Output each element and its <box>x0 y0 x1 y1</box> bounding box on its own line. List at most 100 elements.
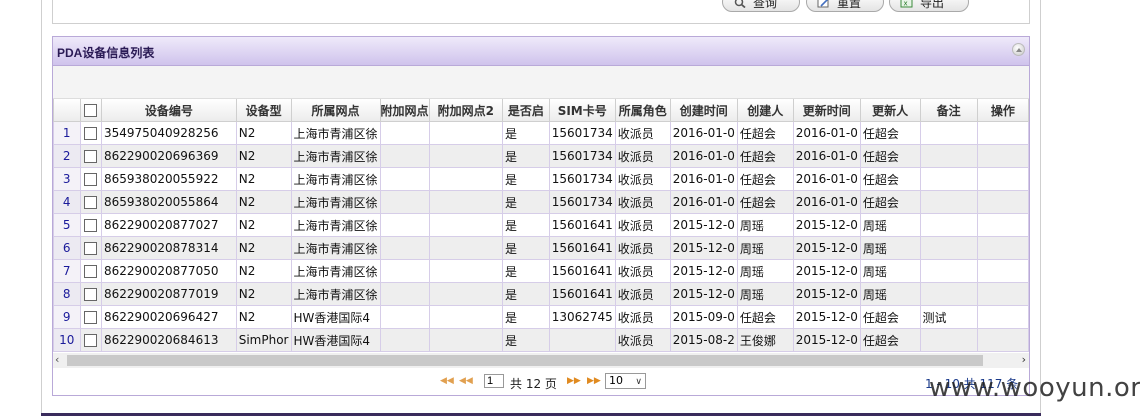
page-size-select[interactable]: 10 ∨ <box>605 373 646 389</box>
row-checkbox-cell[interactable] <box>79 305 102 329</box>
column-header[interactable]: 附加网点2 <box>428 99 504 122</box>
cell-sim: 15601734 <box>548 144 616 168</box>
cell-created: 2015-09-0 <box>669 305 738 329</box>
row-checkbox-cell[interactable] <box>79 236 102 260</box>
row-checkbox[interactable] <box>84 219 98 232</box>
column-header[interactable]: 所属网点 <box>290 99 381 122</box>
cell-device: 862290020684613 <box>100 328 237 352</box>
row-number: 5 <box>53 213 81 237</box>
cell-device: 862290020877050 <box>100 259 237 283</box>
row-number: 3 <box>53 167 81 191</box>
cell-creator: 周瑶 <box>736 236 794 260</box>
table-row[interactable]: 10 862290020684613 SimPhor HW香港国际4 是收派员 2015-… <box>53 328 1029 352</box>
row-checkbox-cell[interactable] <box>79 190 102 214</box>
row-checkbox-cell[interactable] <box>79 121 102 145</box>
row-checkbox[interactable] <box>84 173 98 186</box>
cell-sim: 15601641 <box>548 259 616 283</box>
checkbox-icon[interactable] <box>84 104 98 117</box>
row-checkbox[interactable] <box>84 242 98 255</box>
cell-model: SimPhor <box>235 328 292 352</box>
cell-role: 收派员 <box>614 305 671 329</box>
cell-enabled: 是 <box>502 190 550 214</box>
row-checkbox[interactable] <box>84 150 98 163</box>
row-checkbox-cell[interactable] <box>79 144 102 168</box>
cell-enabled: 是 <box>502 144 550 168</box>
cell-updated: 2015-12-0 <box>792 259 861 283</box>
cell-updated: 2015-12-0 <box>792 282 861 306</box>
row-checkbox[interactable] <box>84 265 98 278</box>
cell-op <box>976 282 1029 306</box>
row-checkbox-cell[interactable] <box>79 259 102 283</box>
row-checkbox-cell[interactable] <box>79 213 102 237</box>
row-checkbox[interactable] <box>84 288 98 301</box>
magnifier-icon <box>734 0 746 8</box>
column-header[interactable]: 附加网点 <box>379 99 430 122</box>
cell-extra2 <box>428 236 504 260</box>
excel-icon: x <box>900 0 913 8</box>
table-row[interactable]: 8 862290020877019 N2 上海市青浦区徐是 15601641 收派员 201… <box>53 282 1029 306</box>
cell-op <box>976 167 1029 191</box>
next-page-icon[interactable]: ▶▶ <box>567 376 581 386</box>
cell-updated: 2015-12-0 <box>792 305 861 329</box>
scroll-left-icon[interactable]: ‹ <box>55 353 59 366</box>
row-checkbox[interactable] <box>84 334 98 347</box>
table-row[interactable]: 6 862290020878314 N2 上海市青浦区徐是 15601641 收派员 201… <box>53 236 1029 260</box>
cell-sim <box>548 328 616 352</box>
cell-created: 2016-01-0 <box>669 121 738 145</box>
column-header[interactable]: 更新人 <box>859 99 921 122</box>
cell-created: 2016-01-0 <box>669 190 738 214</box>
row-checkbox[interactable] <box>84 127 98 140</box>
table-row[interactable]: 1 354975040928256 N2 上海市青浦区徐是 15601734 收派员 201… <box>53 121 1029 145</box>
table-row[interactable]: 3 865938020055922 N2 上海市青浦区徐是 15601734 收派员 201… <box>53 167 1029 191</box>
export-button[interactable]: x 导出 <box>889 0 969 12</box>
prev-page-icon[interactable]: ◀◀ <box>459 376 473 386</box>
scroll-right-icon[interactable]: › <box>1022 353 1026 366</box>
grid-toolbar <box>53 66 1029 99</box>
cell-role: 收派员 <box>614 236 671 260</box>
select-all-checkbox[interactable] <box>79 99 102 122</box>
cell-updater: 周瑶 <box>859 259 921 283</box>
cell-model: N2 <box>235 213 292 237</box>
table-row[interactable]: 5 862290020877027 N2 上海市青浦区徐是 15601641 收派员 201… <box>53 213 1029 237</box>
chevron-down-icon: ∨ <box>635 377 642 387</box>
row-checkbox[interactable] <box>84 311 98 324</box>
export-button-label: 导出 <box>920 0 945 10</box>
cell-site: HW香港国际4 <box>290 305 381 329</box>
query-button[interactable]: 查询 <box>722 0 800 12</box>
table-row[interactable]: 4 865938020055864 N2 上海市青浦区徐是 15601734 收派员 201… <box>53 190 1029 214</box>
cell-site: 上海市青浦区徐 <box>290 121 381 145</box>
column-header[interactable]: 创建时间 <box>669 99 738 122</box>
cell-site: HW香港国际4 <box>290 328 381 352</box>
column-header[interactable]: 设备型 <box>235 99 292 122</box>
row-checkbox-cell[interactable] <box>79 282 102 306</box>
cell-remark <box>919 259 978 283</box>
row-checkbox-cell[interactable] <box>79 328 102 352</box>
column-header[interactable]: SIM卡号 <box>548 99 616 122</box>
table-row[interactable]: 9 862290020696427 N2 HW香港国际4 是 13062745 收派员 201… <box>53 305 1029 329</box>
cell-updater: 周瑶 <box>859 236 921 260</box>
column-header[interactable]: 更新时间 <box>792 99 861 122</box>
cell-updater: 任超会 <box>859 167 921 191</box>
collapse-icon[interactable] <box>1012 43 1025 56</box>
column-header[interactable]: 创建人 <box>736 99 794 122</box>
table-row[interactable]: 2 862290020696369 N2 上海市青浦区徐是 15601734 收派员 201… <box>53 144 1029 168</box>
cell-op <box>976 121 1029 145</box>
cell-created: 2016-01-0 <box>669 144 738 168</box>
cell-enabled: 是 <box>502 236 550 260</box>
column-header[interactable]: 备注 <box>919 99 978 122</box>
column-header[interactable]: 所属角色 <box>614 99 671 122</box>
horizontal-scrollbar[interactable]: ‹ › <box>53 353 1029 368</box>
table-row[interactable]: 7 862290020877050 N2 上海市青浦区徐是 15601641 收派员 201… <box>53 259 1029 283</box>
page-number-input[interactable] <box>484 374 504 388</box>
column-header[interactable]: 设备编号 <box>100 99 237 122</box>
first-page-icon[interactable]: ◀◀ <box>440 376 454 386</box>
footer-bar <box>41 413 1041 416</box>
cell-device: 862290020696427 <box>100 305 237 329</box>
column-header[interactable]: 是否启 <box>502 99 550 122</box>
last-page-icon[interactable]: ▶▶ <box>587 376 601 386</box>
column-header[interactable]: 操作 <box>976 99 1029 122</box>
reset-button[interactable]: 重置 <box>806 0 884 12</box>
row-checkbox[interactable] <box>84 196 98 209</box>
scrollbar-thumb[interactable] <box>67 355 983 366</box>
row-checkbox-cell[interactable] <box>79 167 102 191</box>
